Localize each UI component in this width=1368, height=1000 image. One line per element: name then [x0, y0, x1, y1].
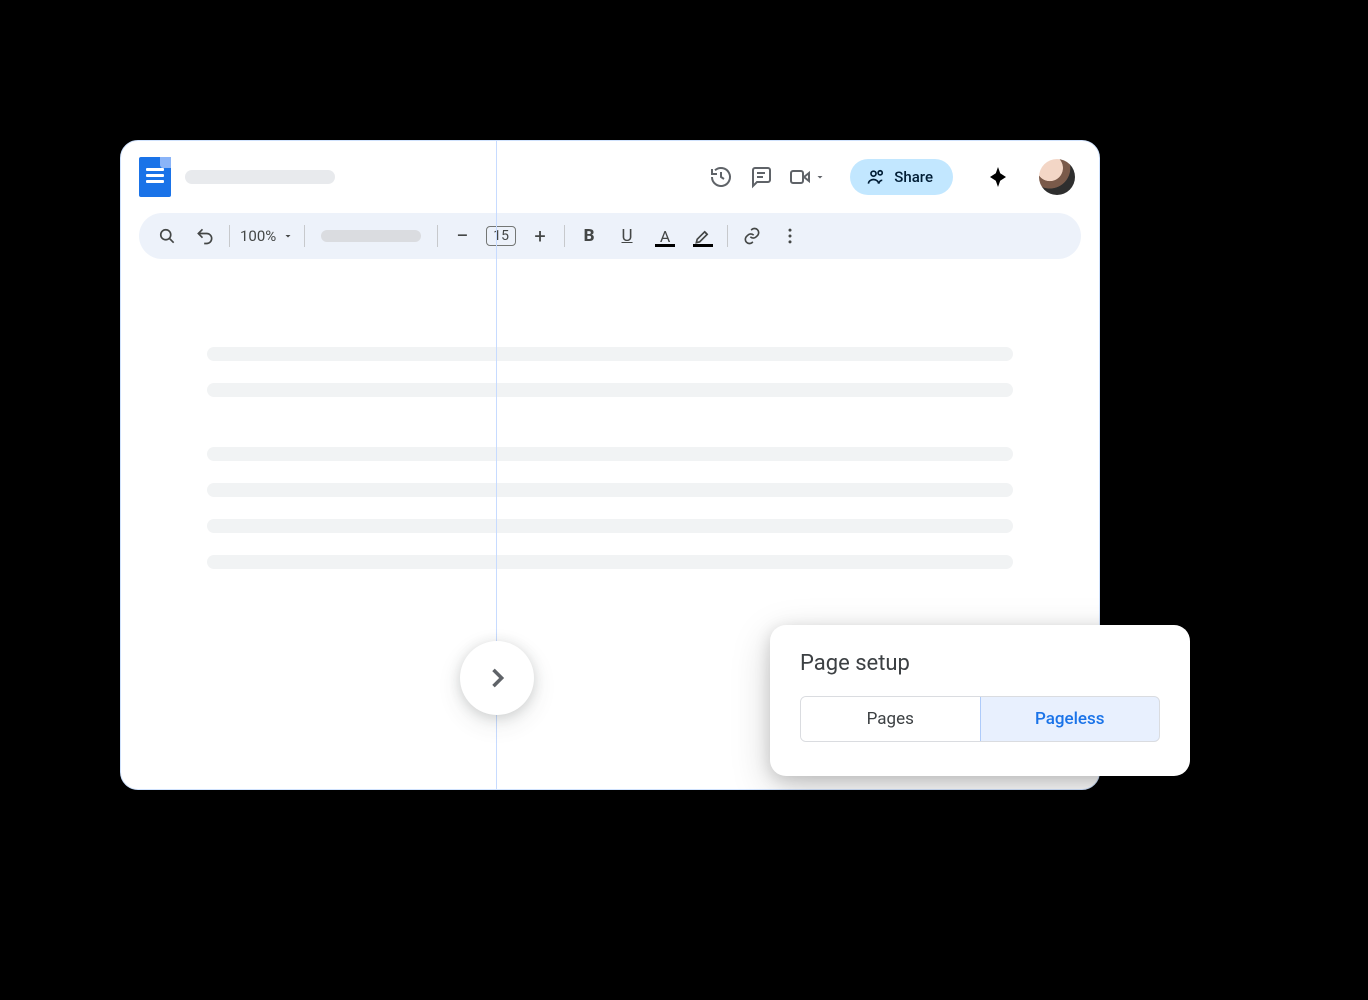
text-line-placeholder [207, 555, 1013, 569]
font-family-placeholder[interactable] [321, 230, 421, 242]
toolbar-separator [229, 225, 230, 247]
share-button[interactable]: Share [850, 159, 953, 195]
zoom-select[interactable]: 100% [240, 227, 294, 245]
text-line-placeholder [207, 347, 1013, 361]
comment-icon[interactable] [748, 164, 774, 190]
increase-font-size-button[interactable]: + [526, 222, 554, 250]
undo-icon[interactable] [191, 222, 219, 250]
meet-button[interactable] [788, 165, 826, 189]
underline-button[interactable]: U [613, 222, 641, 250]
toolbar: 100% − 15 + B U A [139, 213, 1081, 259]
pages-option[interactable]: Pages [801, 697, 981, 741]
sparkle-icon[interactable] [985, 164, 1011, 190]
page-setup-popup: Page setup Pages Pageless [770, 625, 1190, 776]
expand-arrow-button[interactable] [460, 641, 534, 715]
user-avatar[interactable] [1039, 159, 1075, 195]
more-menu-icon[interactable] [776, 222, 804, 250]
insert-link-icon[interactable] [738, 222, 766, 250]
toolbar-separator [727, 225, 728, 247]
toolbar-separator [304, 225, 305, 247]
people-icon [866, 167, 886, 187]
chevron-down-icon [814, 171, 826, 183]
pageless-option[interactable]: Pageless [980, 696, 1161, 742]
text-line-placeholder [207, 519, 1013, 533]
chevron-right-icon [483, 664, 511, 692]
highlight-color-button[interactable] [689, 222, 717, 250]
history-icon[interactable] [708, 164, 734, 190]
document-title-placeholder[interactable] [185, 170, 335, 184]
search-icon[interactable] [153, 222, 181, 250]
decrease-font-size-button[interactable]: − [448, 222, 476, 250]
font-size-input[interactable]: 15 [486, 226, 516, 246]
app-header: Share [121, 141, 1099, 213]
docs-logo-icon[interactable] [139, 157, 171, 197]
chevron-down-icon [282, 230, 294, 242]
text-line-placeholder [207, 383, 1013, 397]
toolbar-separator [564, 225, 565, 247]
zoom-value: 100% [240, 227, 276, 245]
text-line-placeholder [207, 483, 1013, 497]
text-line-placeholder [207, 447, 1013, 461]
page-mode-segmented-control: Pages Pageless [800, 696, 1160, 742]
toolbar-separator [437, 225, 438, 247]
text-color-button[interactable]: A [651, 222, 679, 250]
share-label: Share [894, 168, 933, 186]
bold-button[interactable]: B [575, 222, 603, 250]
popup-title: Page setup [800, 651, 1160, 676]
